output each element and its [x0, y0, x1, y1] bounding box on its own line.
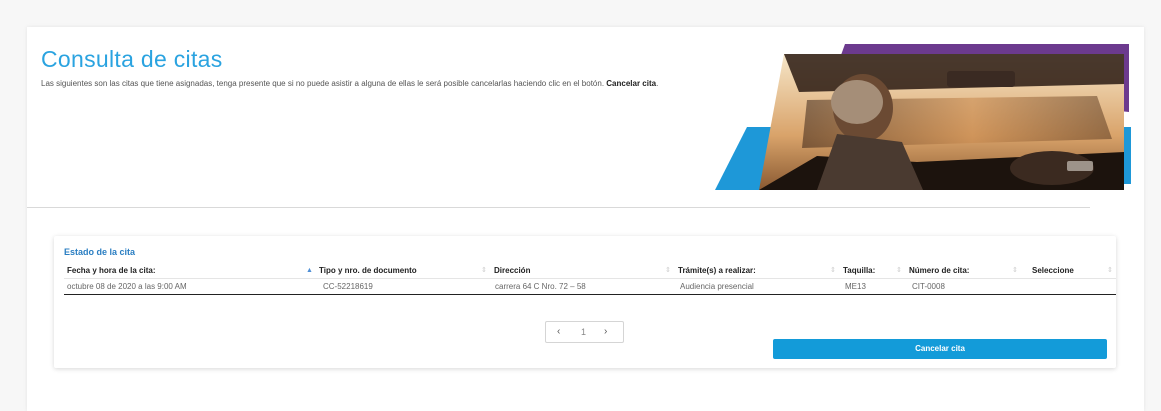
table-header: Fecha y hora de la cita: ▲ Tipo y nro. d… [64, 263, 1116, 279]
intro-end: . [656, 79, 659, 88]
intro-body: Las siguientes son las citas que tiene a… [41, 79, 607, 88]
col-fecha[interactable]: Fecha y hora de la cita: [67, 263, 155, 278]
cancel-appointment-button[interactable]: Cancelar cita [773, 339, 1107, 359]
panel-title: Estado de la cita [64, 247, 136, 257]
sort-icon[interactable]: ⇕ [481, 263, 487, 278]
cell-numero: CIT-0008 [912, 282, 945, 291]
col-documento[interactable]: Tipo y nro. de documento [319, 263, 417, 278]
table-row[interactable]: octubre 08 de 2020 a las 9:00 AM CC-5221… [64, 279, 1116, 295]
cell-fecha: octubre 08 de 2020 a las 9:00 AM [67, 282, 187, 291]
sort-asc-icon[interactable]: ▲ [306, 263, 313, 278]
col-numero[interactable]: Número de cita: [909, 263, 969, 278]
cell-documento: CC-52218619 [323, 282, 373, 291]
col-tramite[interactable]: Trámite(s) a realizar: [678, 263, 756, 278]
page-title: Consulta de citas [41, 46, 223, 72]
appointments-panel: Estado de la cita Fecha y hora de la cit… [54, 236, 1116, 368]
intro-bold: Cancelar cita [606, 79, 657, 88]
pagination: ‹ 1 › [545, 321, 624, 343]
sort-icon[interactable]: ⇕ [1107, 263, 1113, 278]
main-card: Consulta de citas Las siguientes son las… [27, 27, 1144, 411]
hero-image [715, 44, 1131, 190]
col-direccion[interactable]: Dirección [494, 263, 530, 278]
sort-icon[interactable]: ⇕ [1012, 263, 1018, 278]
col-taquilla[interactable]: Taquilla: [843, 263, 875, 278]
sort-icon[interactable]: ⇕ [665, 263, 671, 278]
cell-direccion: carrera 64 C Nro. 72 – 58 [495, 282, 586, 291]
next-page-icon[interactable]: › [604, 322, 607, 342]
page-number[interactable]: 1 [581, 322, 586, 342]
prev-page-icon[interactable]: ‹ [557, 322, 560, 342]
sort-icon[interactable]: ⇕ [830, 263, 836, 278]
appointments-table: Fecha y hora de la cita: ▲ Tipo y nro. d… [64, 263, 1116, 295]
col-seleccione[interactable]: Seleccione [1032, 263, 1074, 278]
divider [27, 207, 1090, 208]
sort-icon[interactable]: ⇕ [896, 263, 902, 278]
cell-taquilla: ME13 [845, 282, 866, 291]
cell-tramite: Audiencia presencial [680, 282, 754, 291]
intro-text: Las siguientes son las citas que tiene a… [41, 78, 661, 90]
